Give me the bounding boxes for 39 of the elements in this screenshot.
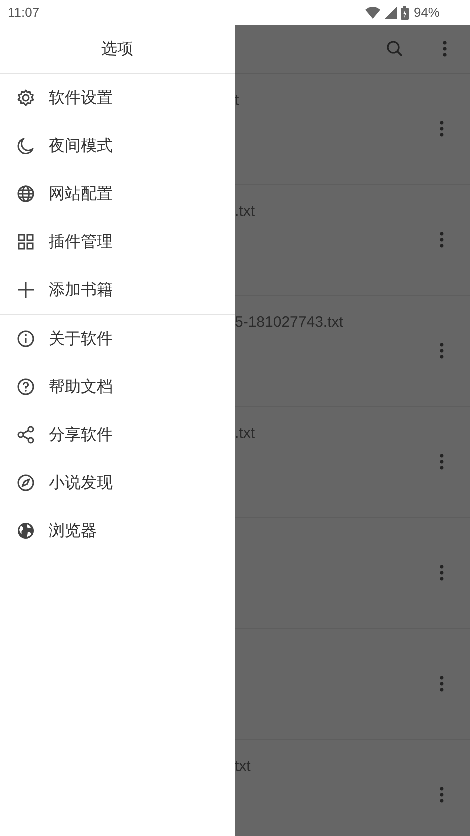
menu-item[interactable]: 软件设置 <box>0 74 235 122</box>
grid-icon <box>16 232 36 252</box>
more-icon[interactable] <box>439 565 445 581</box>
menu-item[interactable]: 关于软件 <box>0 315 235 363</box>
search-icon[interactable] <box>386 40 404 58</box>
gear-icon <box>16 88 36 108</box>
book-title: .txt <box>235 425 256 442</box>
moon-icon <box>16 136 36 156</box>
more-icon[interactable] <box>439 454 445 470</box>
book-title: .txt <box>235 203 256 220</box>
globe-icon <box>16 521 36 541</box>
globe-icon <box>16 184 36 204</box>
battery-percent: 94% <box>414 5 440 20</box>
more-icon[interactable] <box>439 121 445 137</box>
menu-item[interactable]: 夜间模式 <box>0 122 235 170</box>
menu-item[interactable]: 网站配置 <box>0 170 235 218</box>
more-icon[interactable] <box>439 676 445 692</box>
more-icon[interactable] <box>442 40 448 58</box>
wifi-icon <box>364 6 381 20</box>
menu-item[interactable]: 添加书籍 <box>0 266 235 314</box>
more-icon[interactable] <box>439 232 445 248</box>
plus-icon <box>16 280 36 300</box>
menu-item[interactable]: 小说发现 <box>0 459 235 507</box>
help-icon <box>16 377 36 397</box>
share-icon <box>16 425 36 445</box>
more-icon[interactable] <box>439 343 445 359</box>
book-title: t <box>235 92 240 109</box>
more-icon[interactable] <box>439 787 445 803</box>
battery-icon <box>400 6 409 20</box>
menu-item[interactable]: 分享软件 <box>0 411 235 459</box>
compass-icon <box>16 473 36 493</box>
book-title: txt <box>235 758 251 775</box>
book-title: 5-181027743.txt <box>235 314 344 331</box>
clock-time: 11:07 <box>8 5 40 20</box>
signal-icon <box>384 6 398 20</box>
info-icon <box>16 329 36 349</box>
menu-item[interactable]: 帮助文档 <box>0 363 235 411</box>
menu-item[interactable]: 浏览器 <box>0 507 235 555</box>
menu-item[interactable]: 插件管理 <box>0 218 235 266</box>
